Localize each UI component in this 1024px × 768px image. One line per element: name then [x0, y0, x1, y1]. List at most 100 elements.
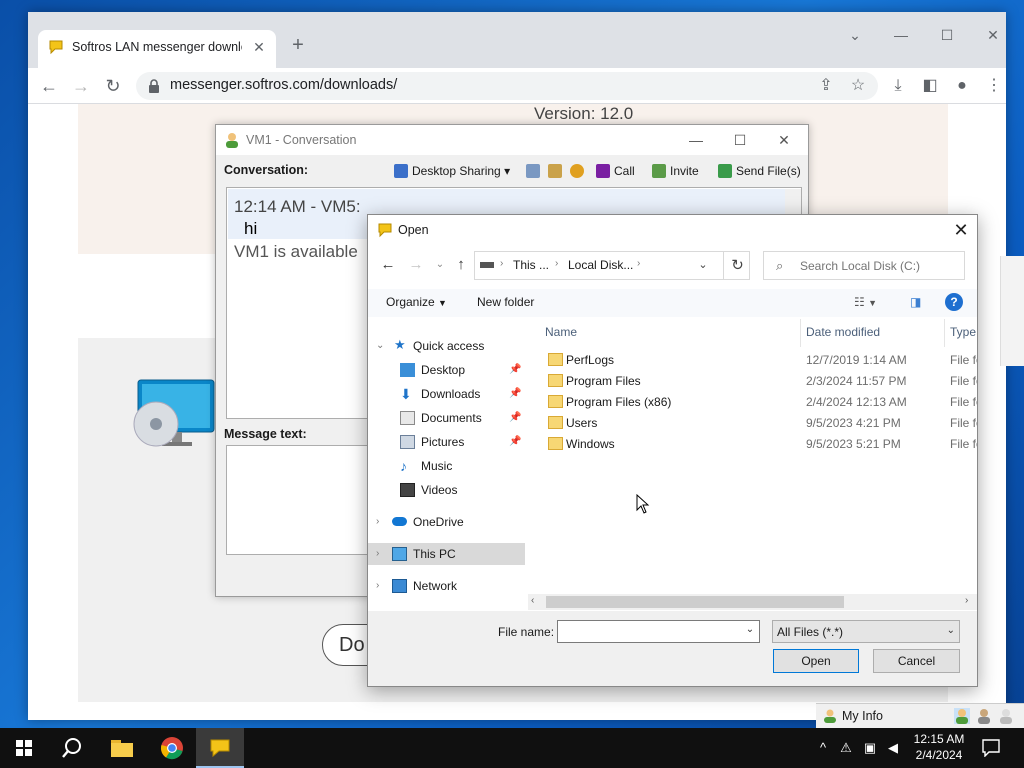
message-text-label: Message text: — [224, 427, 307, 441]
file-name-input[interactable]: ⌄ — [557, 620, 760, 643]
share-icon[interactable]: ⇪ — [816, 76, 836, 96]
organize-button[interactable]: Organize ▼ — [386, 295, 447, 309]
chrome-icon[interactable] — [160, 736, 184, 760]
search-box[interactable]: ⌕ — [763, 251, 965, 280]
address-breadcrumb[interactable]: › This ... › Local Disk... › ⌄ ↻ — [474, 251, 750, 280]
close-icon[interactable]: ✕ — [774, 131, 794, 149]
user-offline-icon[interactable] — [998, 708, 1014, 724]
column-type[interactable]: Type — [950, 325, 976, 339]
chevron-down-icon[interactable]: ⌄ — [743, 624, 757, 635]
side-panel-icon[interactable]: ◧ — [920, 76, 940, 96]
breadcrumb-separator-icon: › — [555, 258, 559, 269]
chevron-down-icon[interactable]: ⌄ — [695, 257, 711, 273]
security-icon[interactable]: ⚠ — [838, 740, 854, 756]
horizontal-scrollbar[interactable]: ‹ › — [528, 594, 977, 610]
notification-icon[interactable] — [982, 739, 1000, 757]
conversation-label: Conversation: — [224, 163, 309, 177]
nav-label: OneDrive — [413, 515, 464, 529]
invite-button[interactable]: Invite — [652, 161, 699, 181]
clock[interactable]: 12:15 AM 2/4/2024 — [906, 731, 972, 763]
nav-music[interactable]: ♪ Music — [368, 455, 525, 477]
column-separator[interactable] — [800, 319, 801, 347]
scroll-right-icon[interactable]: › — [965, 595, 968, 606]
file-row[interactable]: Program Files 2/3/2024 11:57 PM File fo — [533, 371, 977, 392]
close-window-icon[interactable]: ✕ — [982, 26, 1004, 44]
address-bar[interactable]: messenger.softros.com/downloads/ ⇪ ☆ — [136, 72, 878, 100]
chevron-down-icon: ⌄ — [376, 340, 385, 351]
nav-desktop[interactable]: Desktop 📌 — [368, 359, 525, 381]
nav-downloads[interactable]: ⬇ Downloads 📌 — [368, 383, 525, 405]
forward-icon[interactable]: → — [68, 73, 94, 99]
view-options-icon[interactable]: ☷ ▼ — [854, 295, 877, 309]
scroll-left-icon[interactable]: ‹ — [531, 595, 534, 606]
preview-pane-icon[interactable]: ◨ — [910, 295, 921, 309]
open-button[interactable]: Open — [773, 649, 859, 673]
desktop-sharing-button[interactable]: Desktop Sharing ▾ — [394, 161, 510, 181]
minimize-icon[interactable]: — — [686, 131, 706, 149]
help-icon[interactable]: ? — [945, 293, 963, 311]
maximize-icon[interactable]: ☐ — [936, 26, 958, 44]
back-icon[interactable]: ← — [36, 73, 62, 99]
notes-button[interactable] — [548, 161, 566, 181]
nav-quick-access[interactable]: ⌄ ★ Quick access — [368, 335, 525, 357]
history-button[interactable] — [526, 161, 544, 181]
nav-documents[interactable]: Documents 📌 — [368, 407, 525, 429]
softros-taskbar-app[interactable] — [196, 728, 244, 768]
up-icon[interactable]: ↑ — [451, 255, 471, 275]
close-tab-icon[interactable]: ✕ — [250, 38, 268, 56]
nav-this-pc[interactable]: › This PC — [368, 543, 525, 565]
breadcrumb-this-pc[interactable]: This ... — [513, 258, 549, 272]
search-icon[interactable] — [61, 737, 83, 759]
search-input[interactable] — [800, 257, 960, 275]
file-row[interactable]: Windows 9/5/2023 5:21 PM File fo — [533, 434, 977, 455]
file-row[interactable]: PerfLogs 12/7/2019 1:14 AM File fo — [533, 350, 977, 371]
send-file-icon — [718, 164, 732, 178]
download-icon[interactable]: ⤓ — [888, 76, 908, 96]
breadcrumb-separator-icon: › — [500, 258, 504, 269]
file-type-filter[interactable]: All Files (*.*) ⌄ — [772, 620, 960, 643]
maximize-icon[interactable]: ☐ — [730, 131, 750, 149]
new-folder-button[interactable]: New folder — [477, 295, 534, 309]
my-info-button[interactable]: My Info — [842, 709, 883, 723]
music-icon: ♪ — [400, 458, 407, 474]
nav-network[interactable]: › Network — [368, 575, 525, 597]
send-files-button[interactable]: Send File(s) — [718, 161, 801, 181]
user-status-icon[interactable] — [954, 708, 970, 724]
emoticons-button[interactable] — [570, 161, 588, 181]
cancel-button[interactable]: Cancel — [873, 649, 960, 673]
nav-pictures[interactable]: Pictures 📌 — [368, 431, 525, 453]
volume-muted-icon[interactable]: ◀ — [885, 740, 901, 756]
browser-tab[interactable]: Softros LAN messenger downlo ✕ — [38, 30, 276, 68]
search-icon: ⌕ — [776, 258, 784, 273]
call-button[interactable]: Call — [596, 161, 635, 181]
new-tab-icon[interactable]: + — [286, 34, 310, 58]
breadcrumb-local-disk[interactable]: Local Disk... — [568, 258, 633, 272]
forward-icon[interactable]: → — [406, 255, 426, 275]
menu-icon[interactable]: ⋮ — [984, 76, 1004, 96]
reload-icon[interactable]: ↻ — [100, 73, 126, 99]
column-name[interactable]: Name — [545, 325, 577, 339]
refresh-icon[interactable]: ↻ — [723, 252, 751, 279]
file-row[interactable]: Program Files (x86) 2/4/2024 12:13 AM Fi… — [533, 392, 977, 413]
nav-onedrive[interactable]: › OneDrive — [368, 511, 525, 533]
file-row[interactable]: Users 9/5/2023 4:21 PM File fo — [533, 413, 977, 434]
recent-locations-icon[interactable]: ⌄ — [430, 255, 450, 275]
tab-search-icon[interactable]: ⌄ — [844, 26, 866, 44]
file-explorer-icon[interactable] — [110, 738, 134, 758]
column-date-modified[interactable]: Date modified — [806, 325, 880, 339]
column-separator[interactable] — [944, 319, 945, 347]
nav-videos[interactable]: Videos — [368, 479, 525, 501]
profile-icon[interactable]: ● — [952, 76, 972, 96]
user-away-icon[interactable] — [976, 708, 992, 724]
show-hidden-icons[interactable]: ^ — [815, 740, 831, 755]
minimize-icon[interactable]: — — [890, 26, 912, 44]
conversation-titlebar[interactable]: VM1 - Conversation — ☐ ✕ — [216, 125, 808, 155]
network-icon[interactable]: ▣ — [862, 740, 878, 756]
star-icon: ★ — [394, 337, 406, 352]
windows-start-icon[interactable] — [16, 740, 32, 756]
close-icon[interactable]: ✕ — [950, 219, 972, 241]
scrollbar-thumb[interactable] — [546, 596, 844, 608]
back-icon[interactable]: ← — [378, 255, 398, 275]
dialog-titlebar[interactable]: Open ✕ — [368, 215, 977, 245]
bookmark-star-icon[interactable]: ☆ — [848, 76, 868, 96]
